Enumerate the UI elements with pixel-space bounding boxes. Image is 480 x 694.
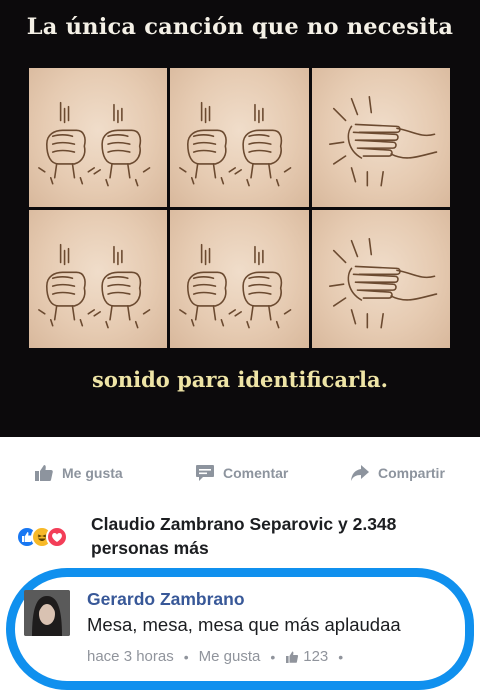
panel-clap-2 [311, 209, 450, 348]
comment-like-count[interactable]: 123 [285, 648, 328, 665]
share-label: Compartir [378, 465, 445, 481]
fists-on-table-icon [38, 101, 151, 187]
separator-dot: • [338, 648, 344, 665]
profile-photo-icon [24, 590, 70, 636]
avatar[interactable] [24, 590, 70, 636]
reactions-summary[interactable]: Claudio Zambrano Separovic y 2.348 perso… [16, 512, 476, 562]
clapping-hands-icon [328, 95, 437, 187]
panel-clap-1 [311, 68, 450, 207]
speech-bubble-icon [196, 465, 214, 481]
panel-fists-4 [170, 209, 309, 348]
like-button[interactable]: Me gusta [34, 464, 123, 482]
meme-image: La única canción que no necesita sonido … [0, 0, 480, 437]
panel-fists-2 [170, 68, 309, 207]
gesture-grid [29, 68, 450, 348]
thumbs-up-icon [35, 465, 53, 481]
thumbs-up-icon [286, 651, 299, 663]
fists-on-table-icon [179, 243, 292, 328]
comment-label: Comentar [223, 465, 289, 481]
comment-button[interactable]: Comentar [195, 464, 288, 482]
comment-timestamp[interactable]: hace 3 horas [87, 648, 174, 665]
comment-meta: hace 3 horas • Me gusta • 123 • [87, 648, 343, 665]
separator-dot: • [183, 648, 189, 665]
reaction-icons [16, 526, 86, 548]
comment-author-link[interactable]: Gerardo Zambrano [87, 589, 245, 610]
share-button[interactable]: Compartir [350, 464, 445, 482]
comment-text: Mesa, mesa, mesa que más aplaudaa [87, 614, 401, 635]
comment-like-link[interactable]: Me gusta [199, 648, 261, 665]
panel-fists-3 [29, 209, 168, 348]
love-reaction-icon [46, 526, 68, 548]
panel-fists-1 [29, 68, 168, 207]
meme-bottom-caption: sonido para identificarla. [92, 367, 388, 392]
meme-top-caption: La única canción que no necesita [26, 14, 454, 40]
fists-on-table-icon [38, 243, 151, 328]
clapping-hands-icon [328, 237, 437, 328]
separator-dot: • [270, 648, 276, 665]
like-count-value: 123 [303, 648, 329, 665]
like-label: Me gusta [62, 465, 123, 481]
fists-on-table-icon [179, 101, 292, 187]
post-action-bar: Me gusta Comentar Compartir [0, 450, 480, 496]
share-arrow-icon [351, 465, 369, 481]
reactions-summary-text: Claudio Zambrano Separovic y 2.348 perso… [91, 514, 397, 558]
